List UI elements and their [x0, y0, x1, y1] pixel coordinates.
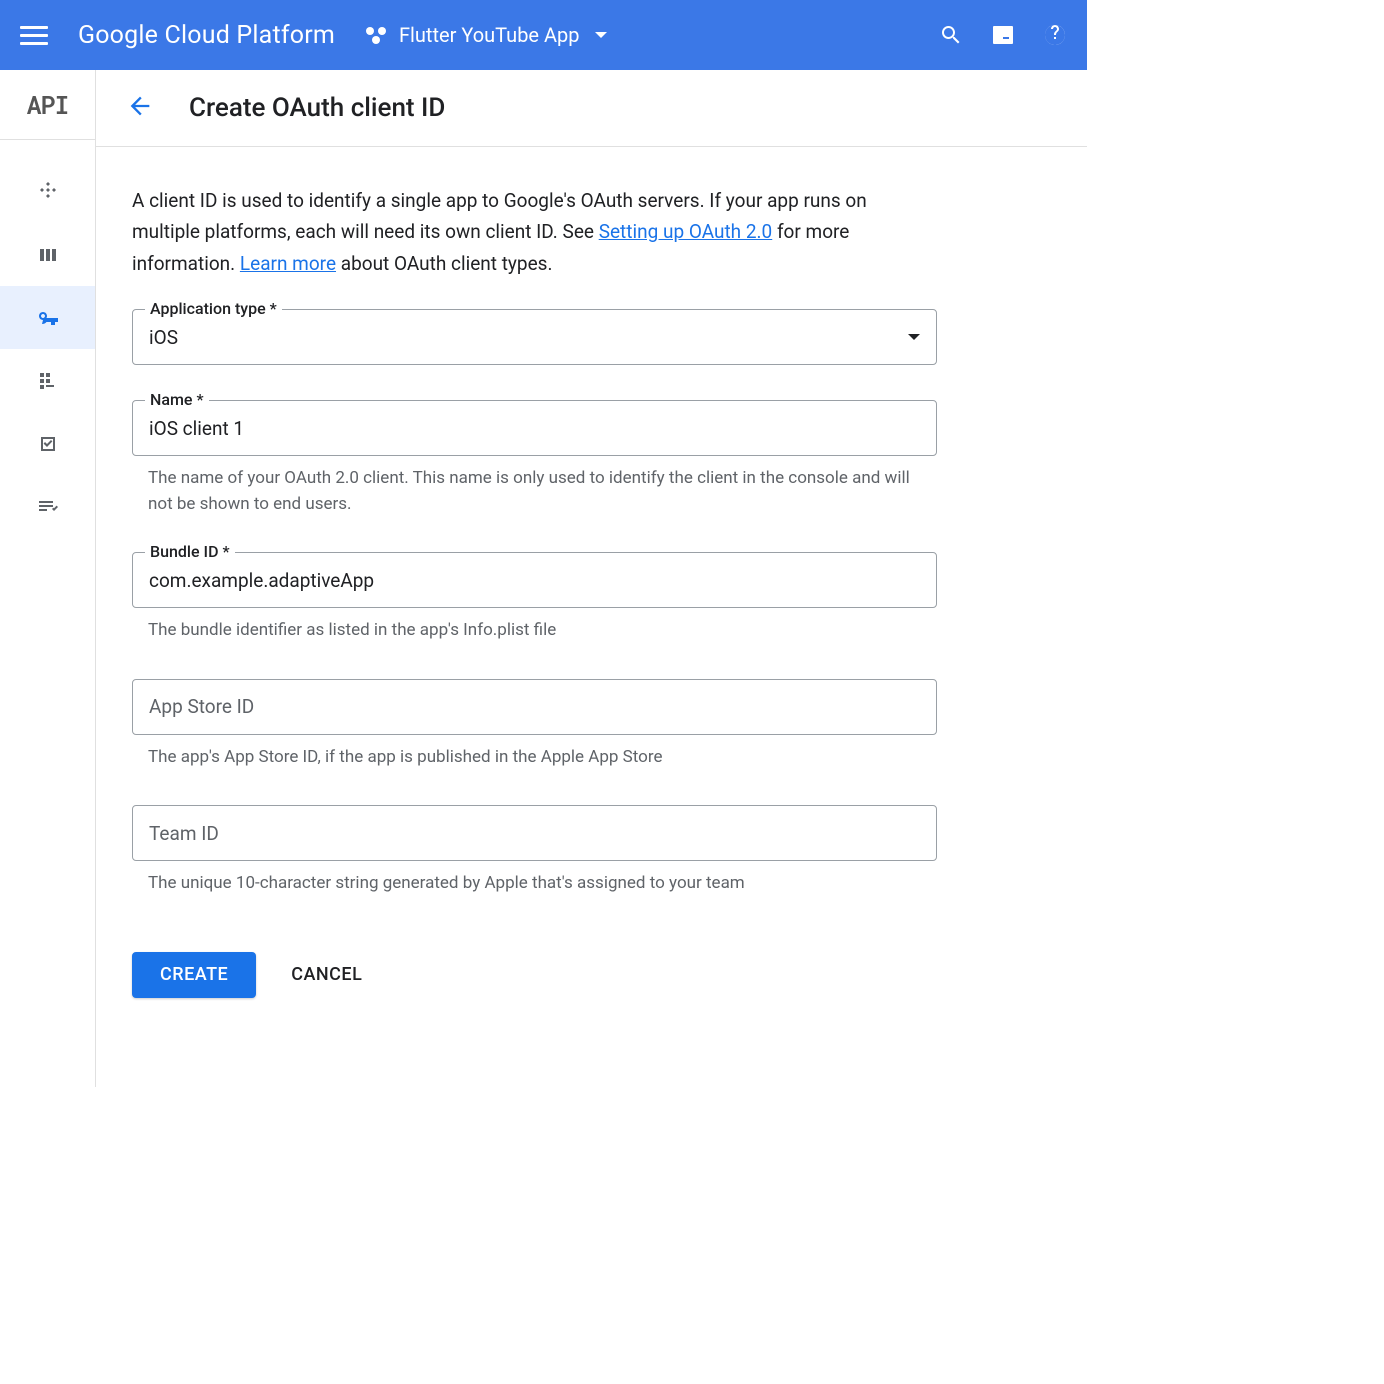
sidebar-item-page-usage[interactable]	[0, 475, 95, 538]
project-dots-icon	[365, 26, 387, 44]
library-icon	[36, 243, 60, 267]
input-bundle-id[interactable]	[132, 552, 937, 608]
sidebar-item-credentials[interactable]	[0, 286, 95, 349]
create-button[interactable]: CREATE	[132, 952, 256, 998]
content-header: Create OAuth client ID	[96, 70, 1087, 147]
label-app-type: Application type *	[145, 299, 282, 318]
help-icon[interactable]	[1043, 23, 1067, 47]
help-name: The name of your OAuth 2.0 client. This …	[132, 466, 937, 517]
field-application-type: Application type * iOS	[132, 309, 937, 365]
page-description: A client ID is used to identify a single…	[132, 185, 937, 279]
arrow-left-icon	[126, 92, 154, 120]
select-app-type-value: iOS	[149, 326, 178, 349]
chevron-down-icon	[595, 32, 607, 38]
help-team-id: The unique 10-character string generated…	[132, 871, 937, 897]
back-button[interactable]	[126, 92, 154, 124]
field-app-store-id: The app's App Store ID, if the app is pu…	[132, 679, 937, 771]
sidebar-item-library[interactable]	[0, 223, 95, 286]
field-name: Name * The name of your OAuth 2.0 client…	[132, 400, 937, 517]
verify-icon	[36, 432, 60, 456]
page-title: Create OAuth client ID	[189, 93, 445, 123]
input-app-store-id[interactable]	[132, 679, 937, 735]
field-team-id: The unique 10-character string generated…	[132, 805, 937, 897]
label-name: Name *	[145, 390, 209, 409]
help-bundle-id: The bundle identifier as listed in the a…	[132, 618, 937, 644]
logo-text: Google Cloud Platform	[78, 21, 335, 50]
key-icon	[36, 306, 60, 330]
input-team-id[interactable]	[132, 805, 937, 861]
help-app-store-id: The app's App Store ID, if the app is pu…	[132, 745, 937, 771]
platform-logo[interactable]: Google Cloud Platform	[78, 21, 335, 50]
api-section-label: API	[26, 88, 68, 121]
search-icon[interactable]	[939, 23, 963, 47]
header-bar: Google Cloud Platform Flutter YouTube Ap…	[0, 0, 1087, 70]
sidebar-item-dashboard[interactable]	[0, 160, 95, 223]
consent-icon	[36, 369, 60, 393]
project-name: Flutter YouTube App	[399, 23, 580, 47]
sidebar: API	[0, 70, 96, 1087]
settings-list-icon	[36, 495, 60, 519]
sidebar-item-oauth-consent[interactable]	[0, 349, 95, 412]
sidebar-item-domain-verify[interactable]	[0, 412, 95, 475]
content-area: Create OAuth client ID A client ID is us…	[96, 70, 1087, 1087]
cloud-shell-icon[interactable]	[991, 23, 1015, 47]
input-name[interactable]	[132, 400, 937, 456]
label-bundle-id: Bundle ID *	[145, 542, 235, 561]
link-learn-more[interactable]: Learn more	[240, 252, 336, 275]
project-selector[interactable]: Flutter YouTube App	[365, 23, 607, 47]
button-row: CREATE CANCEL	[132, 952, 1051, 998]
dashboard-icon	[36, 180, 60, 204]
caret-down-icon	[908, 334, 920, 340]
field-bundle-id: Bundle ID * The bundle identifier as lis…	[132, 552, 937, 644]
cancel-button[interactable]: CANCEL	[291, 964, 362, 985]
hamburger-menu-button[interactable]	[20, 21, 48, 49]
link-setting-up-oauth[interactable]: Setting up OAuth 2.0	[599, 220, 773, 243]
